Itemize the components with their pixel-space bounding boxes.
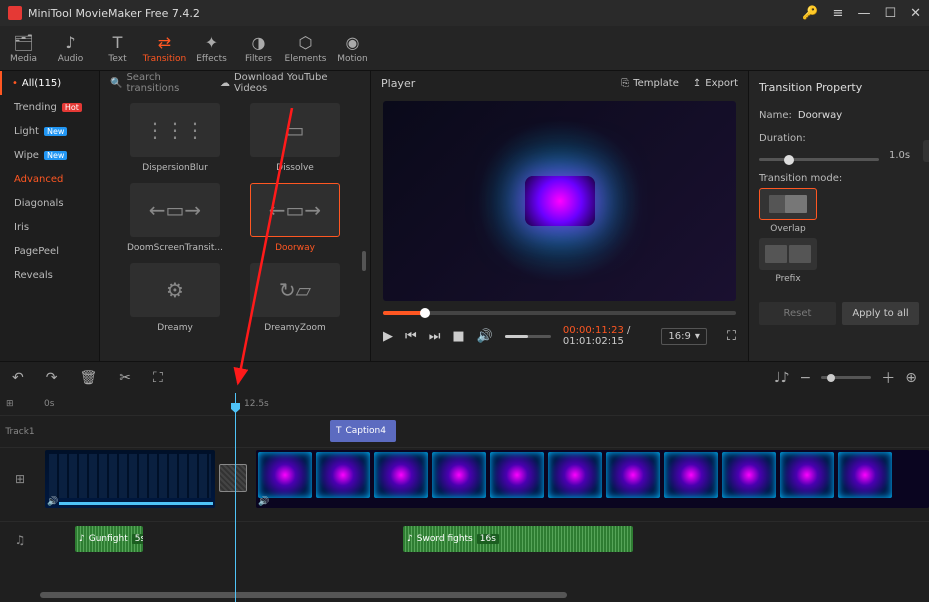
minimize-button[interactable]: — bbox=[857, 6, 870, 21]
duration-slider[interactable] bbox=[759, 158, 879, 161]
prop-name-value: Doorway bbox=[798, 110, 842, 121]
maximize-button[interactable]: ☐ bbox=[884, 6, 896, 21]
category-advanced[interactable]: Advanced bbox=[0, 167, 99, 191]
video-clip-1[interactable]: 🔊 bbox=[45, 450, 215, 508]
category-diagonals[interactable]: Diagonals bbox=[0, 191, 99, 215]
audio-clip-2[interactable]: ♪Sword fights16s bbox=[403, 526, 633, 552]
text-icon: T bbox=[336, 426, 342, 436]
volume-slider[interactable] bbox=[505, 335, 551, 338]
app-title: MiniTool MovieMaker Free 7.4.2 bbox=[28, 7, 796, 20]
transitions-panel: 🔍 Search transitions ☁Download YouTube Vi… bbox=[100, 71, 370, 361]
category-light[interactable]: LightNew bbox=[0, 119, 99, 143]
horizontal-scrollbar[interactable] bbox=[40, 592, 919, 600]
timeline: ⊞ 0s 12.5s Track1 TCaption4 ⊞ 🔊 🔊 ♫ ♪Gun… bbox=[0, 393, 929, 602]
duration-value: 1.0s bbox=[889, 150, 910, 161]
scrollbar[interactable] bbox=[362, 251, 366, 271]
crop-button[interactable]: ⛶ bbox=[153, 370, 163, 386]
stop-button[interactable]: ■ bbox=[452, 329, 464, 344]
zoom-out-button[interactable]: − bbox=[800, 370, 812, 386]
transition-marker[interactable] bbox=[219, 464, 247, 492]
tab-audio[interactable]: ♪Audio bbox=[47, 26, 94, 70]
mode-prefix[interactable] bbox=[759, 238, 817, 270]
prev-frame-button[interactable]: ⏮ bbox=[405, 329, 417, 344]
category-reveals[interactable]: Reveals bbox=[0, 263, 99, 287]
category-sidebar: •All(115) TrendingHotLightNewWipeNewAdva… bbox=[0, 71, 100, 361]
panel-collapse-handle[interactable] bbox=[923, 140, 929, 162]
property-panel: Transition Property Name:Doorway Duratio… bbox=[749, 71, 929, 361]
search-icon[interactable]: 🔍 bbox=[110, 78, 122, 89]
zoom-in-button[interactable]: ＋ bbox=[881, 368, 895, 388]
music-icon: ♪ bbox=[407, 534, 413, 544]
titlebar: MiniTool MovieMaker Free 7.4.2 🔑 ≡ — ☐ ✕ bbox=[0, 0, 929, 26]
tab-transition[interactable]: ⇄Transition bbox=[141, 26, 188, 70]
export-icon: ↥ bbox=[693, 78, 701, 89]
transition-doorway[interactable]: ←▭→Doorway bbox=[240, 183, 350, 253]
video-clip-2[interactable]: 🔊 bbox=[256, 450, 929, 508]
aspect-ratio-select[interactable]: 16:9▾ bbox=[661, 328, 707, 345]
transition-doomscreentransit[interactable]: ←▭→DoomScreenTransit... bbox=[120, 183, 230, 253]
clip-audio-icon[interactable]: 🔊 bbox=[47, 497, 58, 507]
download-link[interactable]: ☁Download YouTube Videos bbox=[220, 72, 360, 94]
template-button[interactable]: ⎘Template bbox=[621, 78, 679, 89]
main-toolbar: 🗂Media ♪Audio TText ⇄Transition ✦Effects… bbox=[0, 26, 929, 71]
delete-button[interactable]: 🗑 bbox=[79, 370, 97, 386]
volume-icon[interactable]: 🔊 bbox=[477, 329, 493, 344]
close-button[interactable]: ✕ bbox=[910, 6, 921, 21]
apply-all-button[interactable]: Apply to all bbox=[842, 302, 919, 325]
audio-clip-1[interactable]: ♪Gunfight5s bbox=[75, 526, 143, 552]
transition-dissolve[interactable]: ▭Dissolve bbox=[240, 103, 350, 173]
tab-effects[interactable]: ✦Effects bbox=[188, 26, 235, 70]
preview-area[interactable] bbox=[383, 101, 736, 301]
download-icon: ☁ bbox=[220, 78, 230, 89]
fit-button[interactable]: ⊕ bbox=[905, 370, 917, 386]
seekbar[interactable] bbox=[383, 311, 736, 315]
transition-dispersionblur[interactable]: ⋮⋮⋮DispersionBlur bbox=[120, 103, 230, 173]
next-frame-button[interactable]: ⏭ bbox=[429, 329, 441, 344]
audio-track-icon: ♫ bbox=[0, 522, 40, 557]
property-title: Transition Property bbox=[759, 81, 919, 94]
tab-filters[interactable]: ◑Filters bbox=[235, 26, 282, 70]
fullscreen-button[interactable]: ⛶ bbox=[727, 329, 736, 344]
category-iris[interactable]: Iris bbox=[0, 215, 99, 239]
app-logo bbox=[8, 6, 22, 20]
upgrade-icon[interactable]: 🔑 bbox=[802, 6, 818, 21]
transition-dreamy[interactable]: ⚙Dreamy bbox=[120, 263, 230, 333]
category-wipe[interactable]: WipeNew bbox=[0, 143, 99, 167]
redo-button[interactable]: ↷ bbox=[46, 370, 58, 386]
tab-motion[interactable]: ◉Motion bbox=[329, 26, 376, 70]
transition-dreamyzoom[interactable]: ↻▱DreamyZoom bbox=[240, 263, 350, 333]
speed-icon[interactable]: ♩♪ bbox=[774, 370, 790, 386]
time-display: 00:00:11:23 / 01:01:02:15 bbox=[563, 325, 650, 347]
play-button[interactable]: ▶ bbox=[383, 329, 393, 344]
undo-button[interactable]: ↶ bbox=[12, 370, 24, 386]
reset-button[interactable]: Reset bbox=[759, 302, 836, 325]
tab-media[interactable]: 🗂Media bbox=[0, 26, 47, 70]
zoom-slider[interactable] bbox=[821, 376, 871, 379]
clip-audio-icon[interactable]: 🔊 bbox=[258, 497, 269, 507]
caption-clip[interactable]: TCaption4 bbox=[330, 420, 396, 442]
tab-text[interactable]: TText bbox=[94, 26, 141, 70]
split-button[interactable]: ✂ bbox=[119, 370, 131, 386]
tab-elements[interactable]: ⬡Elements bbox=[282, 26, 329, 70]
time-ruler[interactable]: ⊞ 0s 12.5s bbox=[0, 393, 929, 415]
player-title: Player bbox=[381, 77, 415, 90]
template-icon: ⎘ bbox=[621, 78, 629, 89]
video-track-icon: ⊞ bbox=[0, 448, 40, 509]
export-button[interactable]: ↥Export bbox=[693, 78, 738, 89]
menu-icon[interactable]: ≡ bbox=[833, 6, 844, 21]
category-pagepeel[interactable]: PagePeel bbox=[0, 239, 99, 263]
mode-overlap[interactable] bbox=[759, 188, 817, 220]
timeline-toolbar: ↶ ↷ 🗑 ✂ ⛶ ♩♪ − ＋ ⊕ bbox=[0, 361, 929, 393]
category-all[interactable]: •All(115) bbox=[0, 71, 99, 95]
music-icon: ♪ bbox=[79, 534, 85, 544]
chevron-down-icon: ▾ bbox=[695, 331, 700, 342]
search-placeholder[interactable]: Search transitions bbox=[126, 72, 213, 94]
ruler-add-icon[interactable]: ⊞ bbox=[6, 399, 14, 409]
playhead[interactable] bbox=[235, 393, 236, 602]
category-trending[interactable]: TrendingHot bbox=[0, 95, 99, 119]
track1-label: Track1 bbox=[0, 427, 40, 437]
